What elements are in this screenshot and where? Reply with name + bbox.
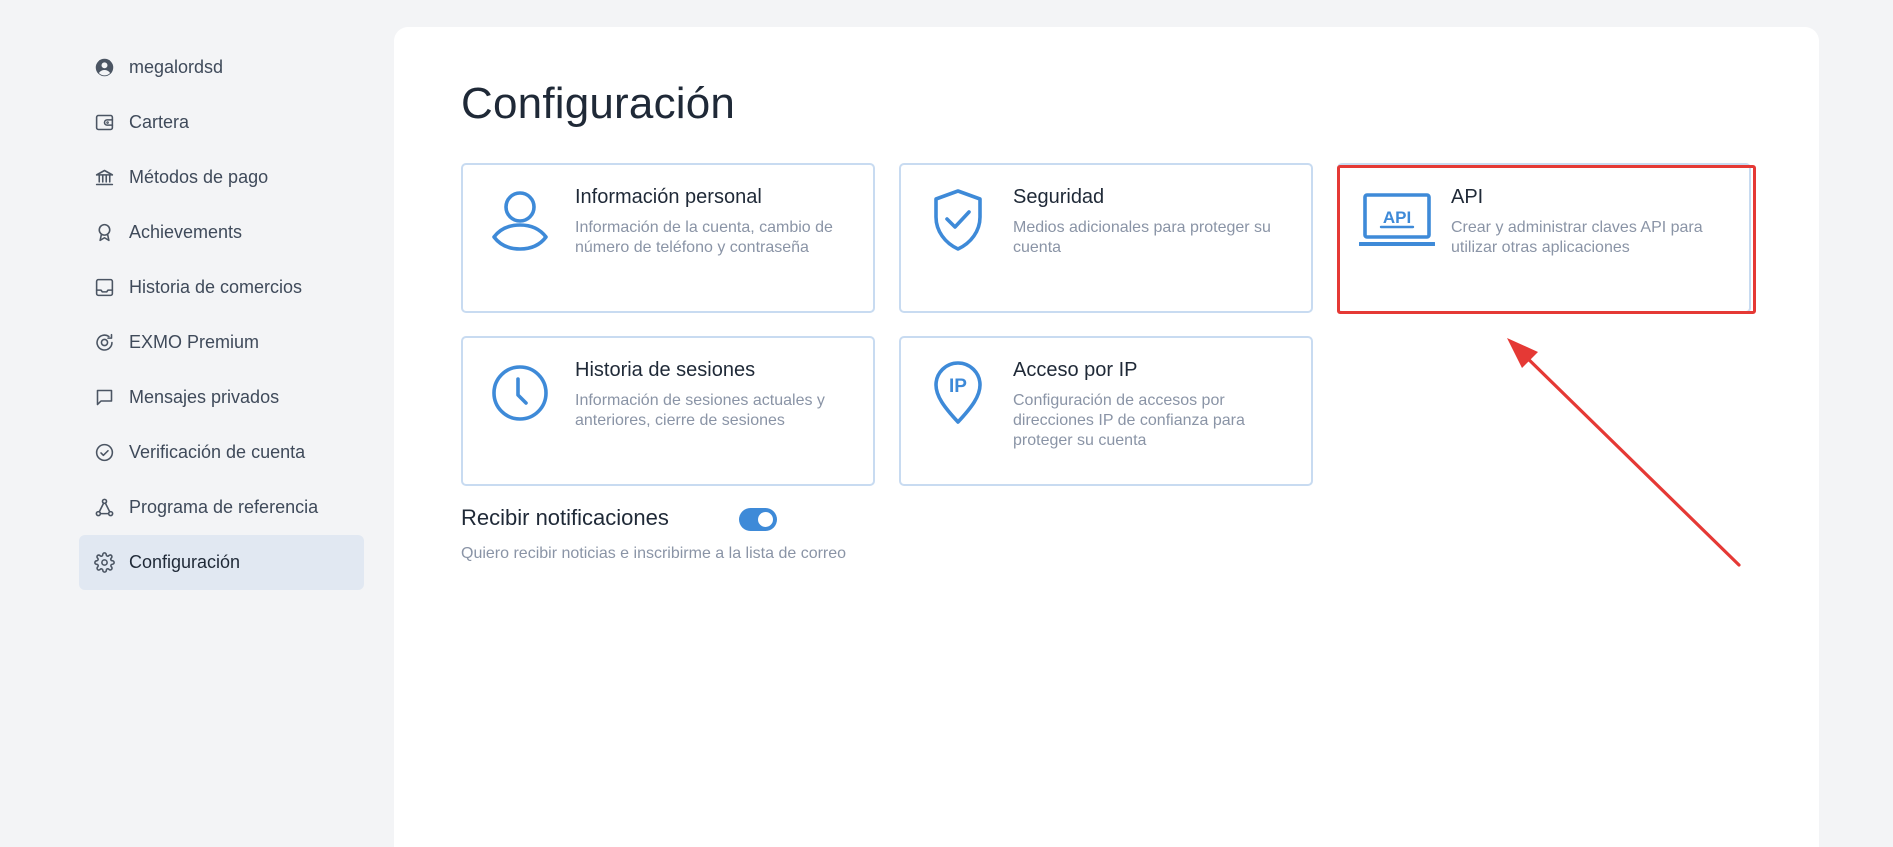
sidebar-item-label: Historia de comercios <box>129 277 303 297</box>
sidebar-item-exmo-premium[interactable]: EXMO Premium <box>79 315 364 370</box>
sidebar-item-private-messages[interactable]: Mensajes privados <box>79 370 364 425</box>
inbox-icon <box>93 277 115 299</box>
card-title: Acceso por IP <box>1013 359 1138 381</box>
card-title: Seguridad <box>1013 186 1105 208</box>
settings-panel: Configuración Información personal Infor… <box>394 27 1819 847</box>
sidebar-item-payment-methods[interactable]: Métodos de pago <box>79 150 364 205</box>
card-description: Información de la cuenta, cambio de núme… <box>575 219 833 256</box>
shield-check-icon <box>927 187 989 253</box>
card-ip-access[interactable]: IP Acceso por IP Configuración de acceso… <box>899 336 1313 486</box>
premium-icon <box>93 332 115 354</box>
clock-icon <box>489 360 551 426</box>
card-title: Información personal <box>575 186 762 208</box>
toggle-knob <box>758 512 773 527</box>
message-icon <box>93 387 115 409</box>
person-icon <box>489 187 551 253</box>
card-api[interactable]: API API Crear y administrar claves API p… <box>1337 163 1751 313</box>
bank-icon <box>93 167 115 189</box>
sidebar-item-profile[interactable]: megalordsd <box>79 40 364 95</box>
sidebar-item-label: Programa de referencia <box>129 497 319 517</box>
page-title: Configuración <box>461 79 736 128</box>
sidebar-item-achievements[interactable]: Achievements <box>79 205 364 260</box>
wallet-icon <box>93 112 115 134</box>
card-security[interactable]: Seguridad Medios adicionales para proteg… <box>899 163 1313 313</box>
sidebar-item-label: EXMO Premium <box>129 332 260 352</box>
sidebar-item-label: megalordsd <box>129 57 224 77</box>
api-laptop-icon: API <box>1359 187 1435 253</box>
notifications-title: Recibir notificaciones <box>461 505 669 530</box>
card-description: Medios adicionales para proteger su cuen… <box>1013 219 1271 256</box>
user-circle-icon <box>93 57 115 79</box>
card-description: Información de sesiones actuales y anter… <box>575 392 825 429</box>
card-title: Historia de sesiones <box>575 359 756 381</box>
card-session-history[interactable]: Historia de sesiones Información de sesi… <box>461 336 875 486</box>
sidebar-item-referral[interactable]: Programa de referencia <box>79 480 364 535</box>
gear-icon <box>93 552 115 574</box>
card-description: Crear y administrar claves API para util… <box>1451 219 1703 256</box>
notifications-toggle[interactable] <box>739 508 777 531</box>
sidebar-item-settings[interactable]: Configuración <box>79 535 364 590</box>
sidebar-item-label: Configuración <box>129 552 241 572</box>
sidebar-item-label: Cartera <box>129 112 190 132</box>
check-circle-icon <box>93 442 115 464</box>
sidebar-item-trade-history[interactable]: Historia de comercios <box>79 260 364 315</box>
card-personal-info[interactable]: Información personal Información de la c… <box>461 163 875 313</box>
sidebar-item-label: Mensajes privados <box>129 387 280 407</box>
card-title: API <box>1451 186 1484 208</box>
sidebar: megalordsd Cartera Métodos de pago Achie… <box>79 40 364 590</box>
card-description: Configuración de accesos por direcciones… <box>1013 392 1245 449</box>
ip-icon-text: IP <box>949 376 967 397</box>
share-icon <box>93 497 115 519</box>
sidebar-item-verification[interactable]: Verificación de cuenta <box>79 425 364 480</box>
sidebar-item-label: Verificación de cuenta <box>129 442 306 462</box>
ip-pin-icon: IP <box>927 360 989 426</box>
sidebar-item-label: Achievements <box>129 222 243 242</box>
award-icon <box>93 222 115 244</box>
notifications-description: Quiero recibir noticias e inscribirme a … <box>461 545 847 562</box>
sidebar-item-wallet[interactable]: Cartera <box>79 95 364 150</box>
api-icon-text: API <box>1383 208 1411 227</box>
sidebar-item-label: Métodos de pago <box>129 167 269 187</box>
